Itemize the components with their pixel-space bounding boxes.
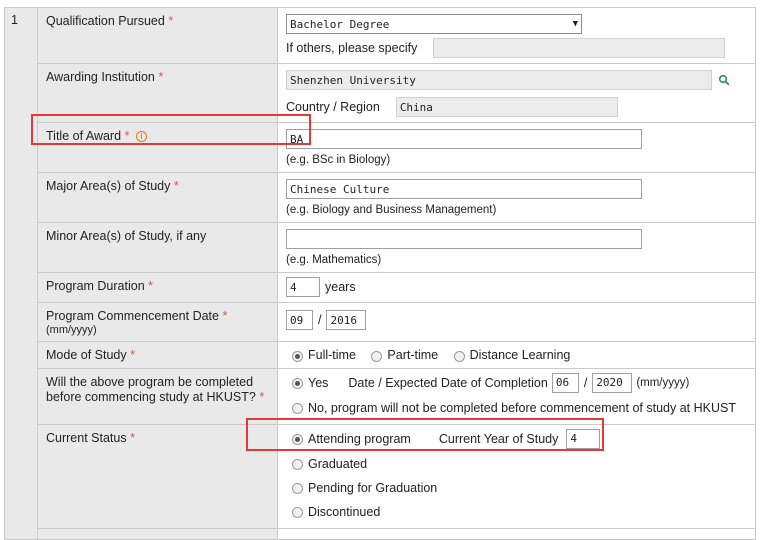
application-form-frame: 1 Qualification Pursued * Bachelor Degre… bbox=[0, 0, 763, 540]
title-of-award-hint: (e.g. BSc in Biology) bbox=[286, 154, 391, 166]
current-year-input[interactable] bbox=[566, 428, 601, 449]
current-status-field-cell: Attending program Current Year of Study … bbox=[277, 423, 756, 529]
qualification-select[interactable]: Bachelor Degree ▼ bbox=[286, 14, 582, 34]
completion-format: (mm/yyyy) bbox=[636, 376, 690, 389]
duration-unit: years bbox=[325, 280, 356, 294]
radio-selected-icon bbox=[292, 350, 303, 362]
institution-field-cell: Country / Region bbox=[277, 63, 756, 123]
required-mark: * bbox=[130, 430, 135, 445]
mode-of-study-label: Mode of Study * bbox=[37, 341, 278, 369]
info-circle-icon[interactable]: i bbox=[135, 131, 147, 142]
title-of-award-field-cell: (e.g. BSc in Biology) bbox=[277, 122, 756, 173]
mode-option-part-time[interactable]: Part-time bbox=[371, 348, 438, 362]
qualification-field-cell: Bachelor Degree ▼ If others, please spec… bbox=[277, 7, 756, 64]
required-mark: * bbox=[124, 129, 130, 143]
completion-row: Will the above program be completed befo… bbox=[5, 367, 756, 425]
status-option-attending[interactable]: Attending program bbox=[292, 432, 411, 446]
major-hint: (e.g. Biology and Business Management) bbox=[286, 204, 497, 216]
title-of-award-row: Title of Award * i (e.g. BSc in Biology) bbox=[5, 122, 756, 173]
minor-field-cell: (e.g. Mathematics) bbox=[277, 222, 756, 273]
major-label: Major Area(s) of Study * bbox=[37, 172, 278, 223]
next-row-label bbox=[37, 527, 278, 540]
commencement-field-cell: / bbox=[277, 302, 756, 342]
duration-field-cell: years bbox=[277, 272, 756, 303]
radio-unselected-icon bbox=[292, 403, 303, 414]
education-form-table: 1 Qualification Pursued * Bachelor Degre… bbox=[4, 7, 756, 540]
dropdown-arrow-icon: ▼ bbox=[572, 19, 578, 29]
institution-row: Awarding Institution * Country / Region bbox=[5, 63, 756, 123]
completion-year-input[interactable] bbox=[592, 372, 633, 393]
next-row-field bbox=[277, 527, 756, 540]
radio-unselected-icon bbox=[292, 507, 303, 518]
mode-option-distance-learning[interactable]: Distance Learning bbox=[453, 348, 570, 362]
duration-row: Program Duration * years bbox=[5, 272, 756, 303]
completion-label: Will the above program be completed befo… bbox=[37, 367, 278, 425]
radio-selected-icon bbox=[292, 434, 303, 445]
completion-yes-option[interactable]: Yes bbox=[292, 376, 328, 390]
radio-unselected-icon bbox=[453, 350, 465, 362]
current-status-label: Current Status * bbox=[37, 423, 278, 529]
required-mark: * bbox=[158, 70, 164, 84]
minor-row: Minor Area(s) of Study, if any (e.g. Mat… bbox=[5, 222, 756, 273]
next-row-partial bbox=[5, 527, 756, 540]
commencement-row: Program Commencement Date * (mm/yyyy) / bbox=[5, 302, 756, 342]
radio-unselected-icon bbox=[371, 350, 383, 362]
duration-input[interactable] bbox=[286, 277, 320, 297]
completion-month-input[interactable] bbox=[551, 372, 579, 393]
status-option-pending-graduation[interactable]: Pending for Graduation bbox=[292, 481, 437, 495]
completion-field-cell: Yes Date / Expected Date of Completion /… bbox=[277, 367, 756, 425]
commencement-label: Program Commencement Date * (mm/yyyy) bbox=[37, 302, 278, 342]
required-mark: * bbox=[168, 14, 174, 28]
radio-unselected-icon bbox=[292, 459, 303, 470]
required-mark: * bbox=[259, 389, 265, 404]
major-row: Major Area(s) of Study * (e.g. Biology a… bbox=[5, 172, 756, 223]
title-of-award-input[interactable] bbox=[286, 129, 642, 149]
qualification-label: Qualification Pursued * bbox=[37, 7, 278, 64]
commencement-format: (mm/yyyy) bbox=[46, 324, 97, 336]
row-number-cell: 1 bbox=[4, 7, 38, 540]
others-label: If others, please specify bbox=[286, 41, 418, 55]
duration-label: Program Duration * bbox=[37, 272, 278, 303]
date-separator: / bbox=[583, 375, 588, 390]
institution-input[interactable] bbox=[286, 70, 712, 90]
completion-date-label: Date / Expected Date of Completion bbox=[348, 375, 548, 390]
minor-hint: (e.g. Mathematics) bbox=[286, 254, 382, 266]
major-input[interactable] bbox=[286, 179, 642, 199]
radio-unselected-icon bbox=[292, 483, 303, 494]
minor-label: Minor Area(s) of Study, if any bbox=[37, 222, 278, 273]
commencement-year-input[interactable] bbox=[326, 310, 367, 330]
required-mark: * bbox=[148, 279, 154, 293]
mode-option-full-time[interactable]: Full-time bbox=[292, 348, 356, 362]
search-icon[interactable] bbox=[718, 74, 730, 86]
country-label: Country / Region bbox=[286, 100, 380, 114]
current-year-label: Current Year of Study bbox=[438, 431, 559, 446]
major-field-cell: (e.g. Biology and Business Management) bbox=[277, 172, 756, 223]
radio-selected-icon bbox=[292, 378, 303, 389]
mode-of-study-field-cell: Full-time Part-time Distance Learning bbox=[277, 341, 756, 369]
required-mark: * bbox=[130, 348, 135, 362]
required-mark: * bbox=[222, 309, 228, 323]
qualification-row: 1 Qualification Pursued * Bachelor Degre… bbox=[4, 7, 756, 540]
title-of-award-label: Title of Award * i bbox=[37, 122, 278, 173]
date-separator: / bbox=[318, 313, 322, 327]
required-mark: * bbox=[173, 179, 179, 193]
country-input[interactable] bbox=[395, 97, 618, 117]
current-status-row: Current Status * Attending program Curre… bbox=[5, 423, 756, 529]
commencement-month-input[interactable] bbox=[286, 310, 313, 330]
minor-input[interactable] bbox=[286, 229, 642, 249]
others-specify-input[interactable] bbox=[433, 38, 726, 58]
mode-of-study-row: Mode of Study * Full-time Part-time Dist… bbox=[5, 341, 756, 369]
status-option-discontinued[interactable]: Discontinued bbox=[292, 505, 380, 519]
status-option-graduated[interactable]: Graduated bbox=[292, 457, 367, 471]
institution-label: Awarding Institution * bbox=[37, 63, 278, 123]
completion-no-option[interactable]: No, program will not be completed before… bbox=[292, 401, 736, 415]
